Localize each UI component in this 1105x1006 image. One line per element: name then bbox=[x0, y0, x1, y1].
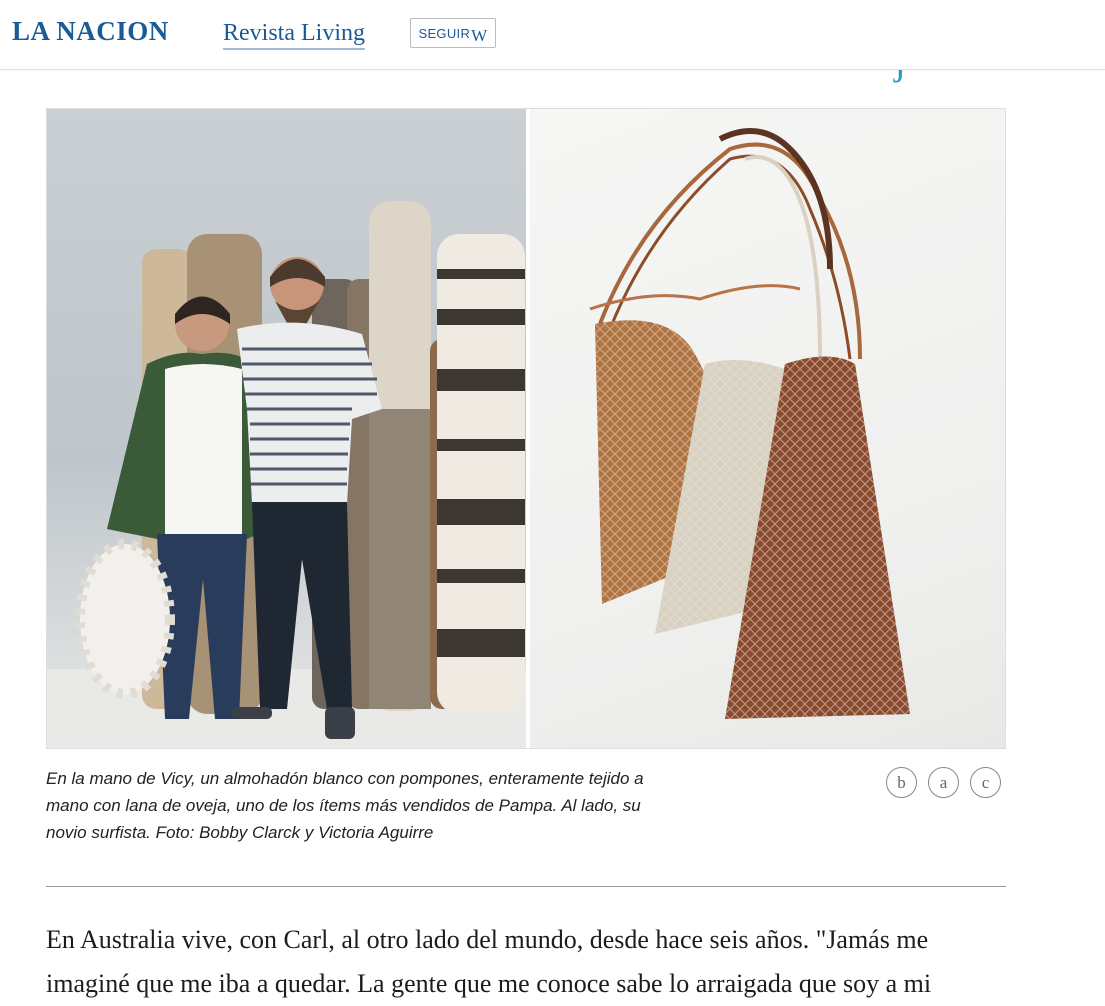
photo-caption: En la mano de Vicy, un almohadón blanco … bbox=[46, 769, 644, 842]
follow-button[interactable]: SEGUIR W bbox=[410, 18, 496, 48]
body-line: En Australia vive, con Carl, al otro lad… bbox=[46, 925, 929, 954]
follow-button-label: SEGUIR bbox=[418, 25, 471, 41]
article-photo[interactable] bbox=[46, 108, 1006, 749]
follow-w-icon: W bbox=[471, 26, 488, 45]
woven-bags-photo bbox=[530, 109, 1005, 748]
section-link-revista-living[interactable]: Revista Living bbox=[223, 19, 365, 50]
site-logo[interactable]: LA NACION bbox=[12, 16, 169, 47]
caption-divider bbox=[46, 886, 1006, 887]
gallery-button-a[interactable]: a bbox=[928, 767, 959, 798]
body-line: imaginé que me iba a quedar. La gente qu… bbox=[46, 969, 932, 998]
gallery-nav: b a c bbox=[886, 767, 1001, 798]
gallery-button-b[interactable]: b bbox=[886, 767, 917, 798]
people-with-rugs-photo bbox=[47, 109, 526, 748]
site-header: LA NACION Revista Living SEGUIR W bbox=[0, 0, 1105, 70]
article-body: En Australia vive, con Carl, al otro lad… bbox=[46, 918, 1086, 1006]
gallery-button-c[interactable]: c bbox=[970, 767, 1001, 798]
